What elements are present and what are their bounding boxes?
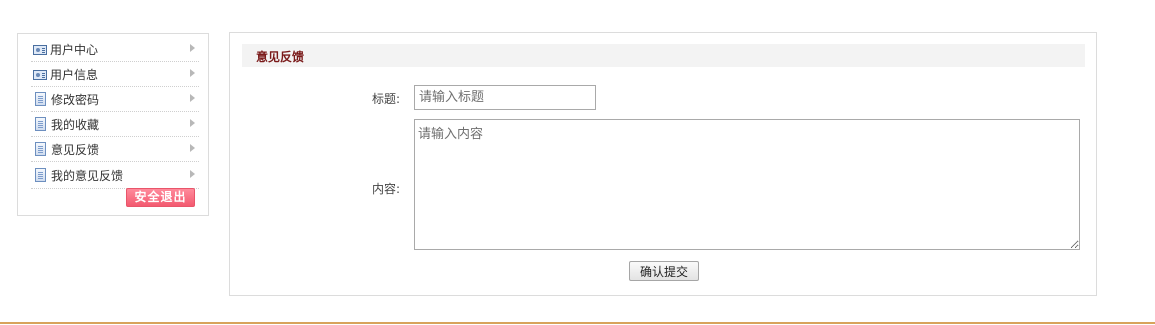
title-label: 标题: <box>372 92 401 106</box>
document-icon <box>35 92 46 106</box>
sidebar-item-user-info[interactable]: 用户信息 <box>31 62 199 87</box>
document-icon <box>35 117 46 131</box>
chevron-right-icon <box>190 170 195 178</box>
title-input[interactable] <box>414 85 596 110</box>
sidebar-item-label: 用户中心 <box>50 42 99 57</box>
sidebar-menu: 用户中心 用户信息 修改密码 我的收藏 意见反馈 我的意见反馈 <box>31 37 199 189</box>
content-textarea[interactable] <box>414 119 1080 250</box>
document-icon <box>35 168 46 182</box>
user-card-icon <box>33 45 47 55</box>
logout-button[interactable]: 安全退出 <box>126 188 195 207</box>
feedback-panel: 意见反馈 标题: 内容: 确认提交 <box>229 32 1097 296</box>
submit-button[interactable]: 确认提交 <box>629 261 699 281</box>
chevron-right-icon <box>190 69 195 77</box>
sidebar-item-my-feedback[interactable]: 我的意见反馈 <box>31 162 199 189</box>
panel-header: 意见反馈 <box>242 44 1085 67</box>
sidebar-item-label: 我的收藏 <box>51 117 100 132</box>
sidebar-item-label: 意见反馈 <box>51 142 100 157</box>
sidebar-item-feedback[interactable]: 意见反馈 <box>31 137 199 162</box>
sidebar-item-change-password[interactable]: 修改密码 <box>31 87 199 112</box>
sidebar-item-label: 用户信息 <box>50 67 99 82</box>
sidebar: 用户中心 用户信息 修改密码 我的收藏 意见反馈 我的意见反馈 安全退出 <box>17 33 209 216</box>
sidebar-item-favorites[interactable]: 我的收藏 <box>31 112 199 137</box>
chevron-right-icon <box>190 94 195 102</box>
sidebar-item-label: 修改密码 <box>51 92 100 107</box>
sidebar-item-user-center[interactable]: 用户中心 <box>31 37 199 62</box>
content-label: 内容: <box>372 182 401 196</box>
chevron-right-icon <box>190 44 195 52</box>
footer-divider <box>0 322 1155 324</box>
user-card-icon <box>33 70 47 80</box>
chevron-right-icon <box>190 144 195 152</box>
document-icon <box>35 142 46 156</box>
chevron-right-icon <box>190 119 195 127</box>
page-title: 意见反馈 <box>256 50 305 64</box>
sidebar-item-label: 我的意见反馈 <box>51 168 124 183</box>
